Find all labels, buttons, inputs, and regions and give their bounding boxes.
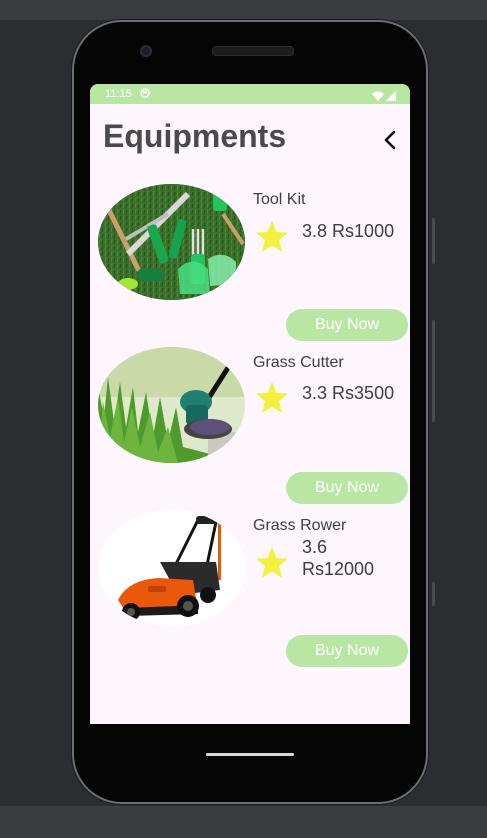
product-name: Tool Kit [253,191,306,208]
product-card-tool-kit: Tool Kit 3.8 Rs1000 Buy Now [90,184,410,349]
side-button [432,582,435,606]
product-name: Grass Cutter [253,354,344,371]
signal-icon [386,88,396,106]
product-rating: 3.8 [302,221,328,241]
frame-top-strip [0,0,487,20]
product-name: Grass Rower [253,517,347,534]
buy-now-button[interactable]: Buy Now [286,309,408,341]
star-icon [256,221,288,252]
product-rating: 3.6 [302,537,328,557]
product-rating: 3.3 [302,383,328,403]
product-card-grass-cutter: Grass Cutter 3.3 Rs3500 Buy Now [90,347,410,521]
phone-frame: 11:15 Equipments Tool Kit 3.8 Rs1000 Buy… [74,22,435,802]
product-price: Rs12000 [302,559,375,579]
power-button [432,320,435,422]
buy-now-button[interactable]: Buy Now [286,635,408,667]
status-bar: 11:15 [90,84,410,104]
page-title: Equipments [103,118,287,154]
product-rating-price: 3.6 Rs12000 [302,536,402,580]
star-icon [256,547,288,578]
tool-kit-image [98,184,245,300]
grass-cutter-image [98,347,245,463]
volume-button [432,218,435,264]
back-button[interactable] [379,128,401,152]
star-icon [256,382,288,413]
home-indicator[interactable] [206,753,294,756]
product-card-grass-rower: Grass Rower 3.6 Rs12000 Buy Now [90,510,410,684]
product-price: Rs3500 [332,383,395,403]
notification-icon [140,87,150,101]
wifi-icon [372,88,384,106]
chevron-left-icon [384,130,396,150]
grass-rower-image [98,510,245,626]
product-rating-price: 3.8 Rs1000 [302,220,394,242]
product-price: Rs1000 [332,221,395,241]
product-rating-price: 3.3 Rs3500 [302,382,394,404]
buy-now-button[interactable]: Buy Now [286,472,408,504]
earpiece-speaker [212,46,294,56]
frame-bottom-strip [0,806,487,838]
status-time: 11:15 [105,88,132,100]
front-camera [140,45,152,57]
app-screen: 11:15 Equipments Tool Kit 3.8 Rs1000 Buy… [90,84,410,724]
